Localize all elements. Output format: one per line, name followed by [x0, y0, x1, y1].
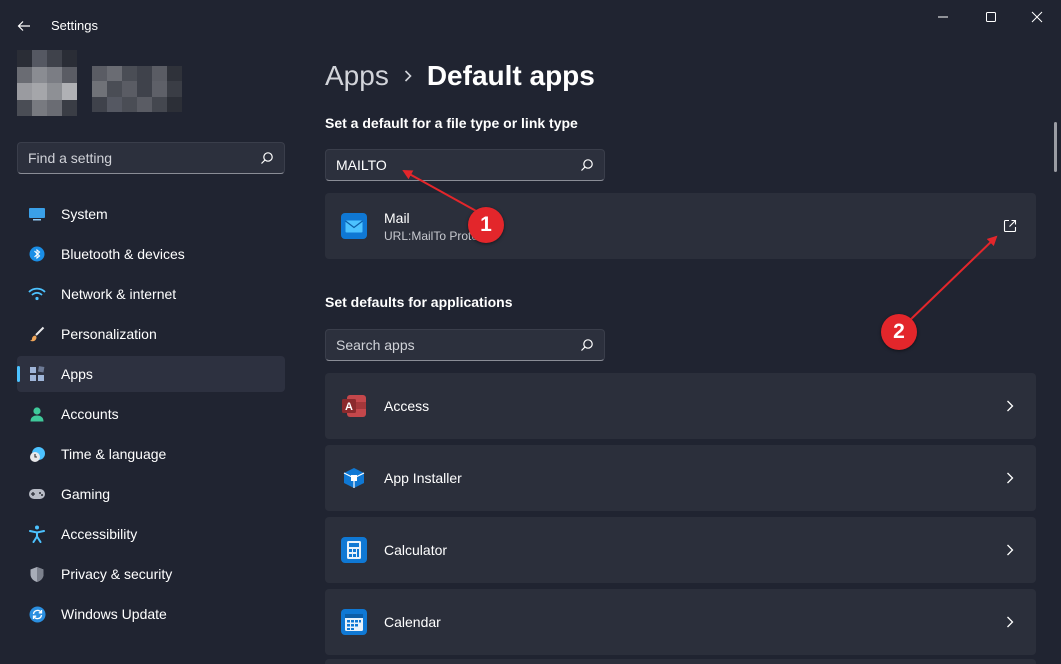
- find-setting-search[interactable]: [17, 142, 285, 174]
- find-setting-input[interactable]: [28, 150, 260, 166]
- maximize-button[interactable]: [968, 0, 1014, 34]
- mail-icon: [341, 213, 367, 239]
- search-icon[interactable]: [580, 338, 594, 352]
- calculator-icon: [341, 537, 367, 563]
- wifi-icon: [27, 284, 47, 304]
- sidebar-item-label: Gaming: [61, 486, 111, 502]
- sidebar-item-label: System: [61, 206, 108, 222]
- sidebar-item-personalization[interactable]: Personalization: [17, 316, 285, 352]
- sidebar-item-label: Personalization: [61, 326, 157, 342]
- sidebar-item-label: Network & internet: [61, 286, 177, 302]
- accessibility-icon: [27, 524, 47, 544]
- chevron-right-icon: [1000, 468, 1020, 488]
- account-name-blurred: [92, 66, 182, 112]
- sidebar-nav: System Bluetooth & devices Network & int…: [17, 196, 285, 636]
- sidebar-item-accessibility[interactable]: Accessibility: [17, 516, 285, 552]
- result-subtitle: URL:MailTo Proto: [384, 228, 479, 243]
- title-bar: Settings: [0, 0, 1061, 50]
- back-button[interactable]: [10, 12, 38, 40]
- app-item-calendar[interactable]: Calendar: [325, 589, 1036, 655]
- app-item-label: Access: [384, 398, 430, 414]
- update-icon: [27, 604, 47, 624]
- sidebar-item-label: Apps: [61, 366, 93, 382]
- file-type-search[interactable]: [325, 149, 605, 181]
- sidebar-item-network[interactable]: Network & internet: [17, 276, 285, 312]
- close-button[interactable]: [1014, 0, 1060, 34]
- person-icon: [27, 404, 47, 424]
- sidebar-item-privacy-security[interactable]: Privacy & security: [17, 556, 285, 592]
- app-item-label: Calculator: [384, 542, 448, 558]
- annotation-badge-1: 1: [468, 207, 504, 243]
- clock-globe-icon: [27, 444, 47, 464]
- sidebar-item-label: Accounts: [61, 406, 119, 422]
- apps-icon: [27, 364, 47, 384]
- brush-icon: [27, 324, 47, 344]
- chevron-right-icon: [1000, 612, 1020, 632]
- minimize-icon: [938, 16, 948, 18]
- file-type-section-label: Set a default for a file type or link ty…: [325, 115, 578, 131]
- apps-search-input[interactable]: [336, 337, 580, 353]
- back-arrow-icon: [17, 21, 30, 31]
- search-icon[interactable]: [580, 158, 594, 172]
- access-icon: A: [341, 393, 367, 419]
- svg-text:A: A: [345, 401, 353, 413]
- sidebar-item-label: Privacy & security: [61, 566, 173, 582]
- sidebar-item-gaming[interactable]: Gaming: [17, 476, 285, 512]
- maximize-icon: [986, 12, 996, 22]
- file-type-search-input[interactable]: [336, 157, 580, 173]
- sidebar-item-bluetooth[interactable]: Bluetooth & devices: [17, 236, 285, 272]
- annotation-badge-2: 2: [881, 314, 917, 350]
- page-title: Default apps: [426, 60, 595, 91]
- breadcrumb-apps-link[interactable]: Apps: [325, 60, 389, 92]
- calendar-icon: [341, 609, 367, 635]
- minimize-button[interactable]: [920, 0, 966, 34]
- chevron-right-icon: [1000, 540, 1020, 560]
- sidebar-item-apps[interactable]: Apps: [17, 356, 285, 392]
- app-installer-icon: [341, 465, 367, 491]
- sidebar-item-label: Windows Update: [61, 606, 167, 622]
- chevron-right-icon: [403, 69, 413, 83]
- mail-result-card[interactable]: Mail URL:MailTo Proto: [325, 193, 1036, 259]
- breadcrumb: Apps Default apps: [325, 60, 595, 92]
- result-title: Mail: [384, 209, 410, 226]
- shield-icon: [27, 564, 47, 584]
- close-icon: [1031, 11, 1043, 23]
- app-item-access[interactable]: A Access: [325, 373, 1036, 439]
- sidebar-item-system[interactable]: System: [17, 196, 285, 232]
- scrollbar-thumb[interactable]: [1054, 122, 1057, 172]
- app-item-label: App Installer: [384, 470, 462, 486]
- app-title: Settings: [51, 18, 98, 33]
- sidebar-item-time-language[interactable]: Time & language: [17, 436, 285, 472]
- chevron-right-icon: [1000, 396, 1020, 416]
- app-item-partial: [325, 659, 1036, 664]
- gamepad-icon: [27, 484, 47, 504]
- sidebar-item-label: Accessibility: [61, 526, 138, 542]
- sidebar-item-label: Time & language: [61, 446, 167, 462]
- sidebar-item-windows-update[interactable]: Windows Update: [17, 596, 285, 632]
- apps-search[interactable]: [325, 329, 605, 361]
- app-item-calculator[interactable]: Calculator: [325, 517, 1036, 583]
- apps-section-label: Set defaults for applications: [325, 294, 513, 310]
- system-icon: [27, 204, 47, 224]
- app-item-label: Calendar: [384, 614, 441, 630]
- open-external-icon[interactable]: [1000, 216, 1020, 236]
- bluetooth-icon: [27, 244, 47, 264]
- sidebar-item-accounts[interactable]: Accounts: [17, 396, 285, 432]
- avatar[interactable]: [17, 50, 77, 116]
- sidebar-item-label: Bluetooth & devices: [61, 246, 185, 262]
- search-icon[interactable]: [260, 151, 274, 165]
- app-item-app-installer[interactable]: App Installer: [325, 445, 1036, 511]
